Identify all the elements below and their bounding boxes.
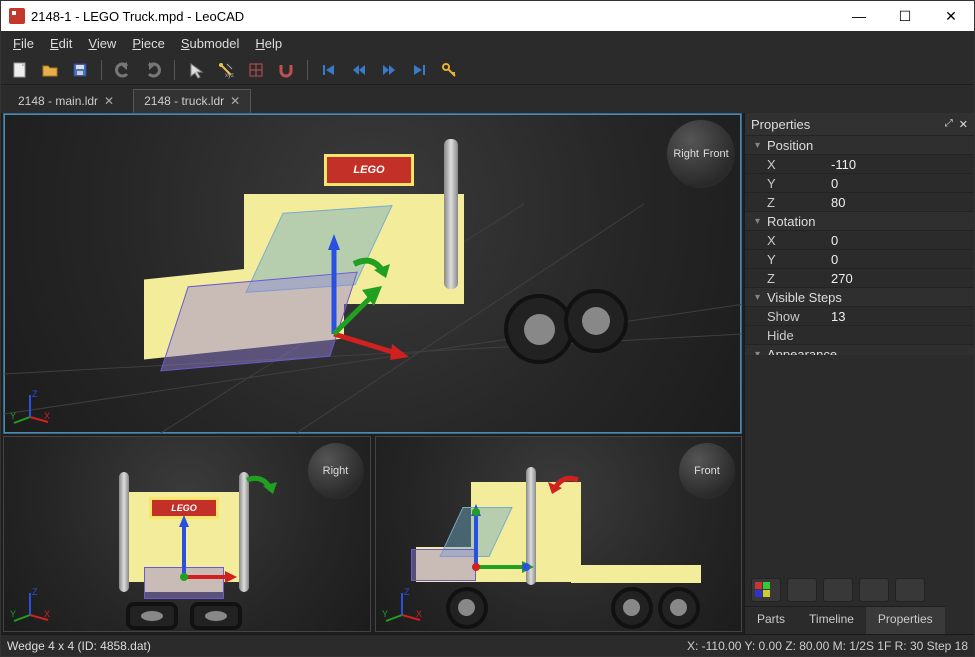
color-slot-4[interactable] (895, 578, 925, 602)
svg-text:Z: Z (32, 587, 38, 597)
snap-grid-button[interactable] (243, 57, 269, 83)
menu-file[interactable]: File (5, 34, 42, 53)
tab-truck-ldr[interactable]: 2148 - truck.ldr ✕ (133, 89, 251, 113)
properties-body: ▾Position X-110 Y0 Z80 ▾Rotation X0 Y0 Z… (745, 135, 974, 355)
truck-wheel (504, 294, 574, 364)
view-cube[interactable]: Right (308, 443, 364, 499)
viewport-column: LEGO Right Front (1, 113, 744, 634)
axis-gizmo-icon: X Y Z (10, 387, 50, 427)
svg-text:Y: Y (10, 609, 16, 619)
tab-label: 2148 - main.ldr (18, 94, 98, 108)
field-rotation-y[interactable]: Y0 (745, 249, 974, 268)
step-forward-button[interactable] (376, 57, 402, 83)
field-hide-step[interactable]: Hide (745, 325, 974, 344)
step-first-button[interactable] (316, 57, 342, 83)
view-cube[interactable]: Front (679, 443, 735, 499)
properties-title: Properties (751, 117, 810, 132)
close-button[interactable]: ✕ (928, 1, 974, 31)
main-content: LEGO Right Front (1, 113, 974, 634)
group-position[interactable]: ▾Position (745, 135, 974, 154)
tab-timeline[interactable]: Timeline (797, 606, 866, 634)
menubar: File Edit View Piece Submodel Help (1, 31, 974, 55)
view-cube[interactable]: Right Front (667, 120, 735, 188)
document-tabbar: 2148 - main.ldr ✕ 2148 - truck.ldr ✕ (1, 85, 974, 113)
window-title: 2148-1 - LEGO Truck.mpd - LeoCAD (31, 9, 244, 24)
field-position-y[interactable]: Y0 (745, 173, 974, 192)
step-back-button[interactable] (346, 57, 372, 83)
viewsphere-label: Front (703, 148, 729, 160)
tab-label: 2148 - truck.ldr (144, 94, 224, 108)
panel-expand-icon[interactable]: ⤢ (945, 118, 953, 131)
tab-properties[interactable]: Properties (866, 606, 945, 634)
maximize-button[interactable]: ☐ (882, 1, 928, 31)
group-rotation[interactable]: ▾Rotation (745, 211, 974, 230)
step-last-button[interactable] (406, 57, 432, 83)
viewport-perspective[interactable]: LEGO Right Front (3, 113, 742, 434)
new-file-button[interactable] (7, 57, 33, 83)
undo-button[interactable] (110, 57, 136, 83)
transform-gizmo-icon[interactable] (149, 507, 239, 597)
field-position-x[interactable]: X-110 (745, 154, 974, 173)
axis-gizmo-icon: X Y Z (382, 585, 422, 625)
save-file-button[interactable] (67, 57, 93, 83)
svg-text:Y: Y (382, 609, 388, 619)
field-rotation-x[interactable]: X0 (745, 230, 974, 249)
svg-text:X: X (44, 609, 50, 619)
svg-text:X: X (44, 411, 50, 421)
field-rotation-z[interactable]: Z270 (745, 268, 974, 287)
status-part-name: Wedge 4 x 4 (ID: 4858.dat) (7, 639, 687, 653)
axis-gizmo-icon: X Y Z (10, 585, 50, 625)
truck-wheel (564, 289, 628, 353)
svg-text:Y: Y (10, 411, 16, 421)
viewport-front[interactable]: Front X Y Z (375, 436, 743, 632)
field-position-z[interactable]: Z80 (745, 192, 974, 211)
lego-logo: LEGO (324, 154, 414, 186)
color-slot-2[interactable] (823, 578, 853, 602)
viewport-right[interactable]: LEGO Right XYZ (3, 436, 371, 632)
menu-submodel[interactable]: Submodel (173, 34, 248, 53)
transform-button[interactable]: xyz (213, 57, 239, 83)
color-slot-1[interactable] (787, 578, 817, 602)
status-coordinates: X: -110.00 Y: 0.00 Z: 80.00 M: 1/2S 1F R… (687, 639, 968, 653)
app-window: 2148-1 - LEGO Truck.mpd - LeoCAD — ☐ ✕ F… (0, 0, 975, 657)
tab-close-icon[interactable]: ✕ (104, 94, 114, 108)
menu-piece[interactable]: Piece (124, 34, 173, 53)
svg-text:X: X (416, 609, 422, 619)
properties-panel: Properties ⤢ ✕ ▾Position X-110 Y0 Z80 ▾R… (744, 113, 974, 634)
tab-parts[interactable]: Parts (745, 606, 797, 634)
key-button[interactable] (436, 57, 462, 83)
group-visible-steps[interactable]: ▾Visible Steps (745, 287, 974, 306)
tab-close-icon[interactable]: ✕ (230, 94, 240, 108)
statusbar: Wedge 4 x 4 (ID: 4858.dat) X: -110.00 Y:… (1, 634, 974, 656)
side-panel-tabs: Parts Timeline Properties (745, 606, 974, 634)
menu-edit[interactable]: Edit (42, 34, 80, 53)
select-tool-button[interactable] (183, 57, 209, 83)
svg-text:Z: Z (404, 587, 410, 597)
color-slot-3[interactable] (859, 578, 889, 602)
viewsphere-label: Right (673, 148, 699, 160)
open-file-button[interactable] (37, 57, 63, 83)
app-icon (9, 8, 25, 24)
properties-header: Properties ⤢ ✕ (745, 113, 974, 135)
panel-close-icon[interactable]: ✕ (959, 118, 968, 131)
field-show-step[interactable]: Show13 (745, 306, 974, 325)
svg-text:xyz: xyz (225, 73, 234, 79)
viewport-bottom-row: LEGO Right XYZ (3, 436, 742, 632)
minimize-button[interactable]: — (836, 1, 882, 31)
color-picker-button[interactable] (751, 578, 781, 602)
menu-help[interactable]: Help (247, 34, 290, 53)
color-tool-row (745, 574, 974, 606)
transform-gizmo-icon[interactable] (304, 224, 424, 364)
redo-button[interactable] (140, 57, 166, 83)
menu-view[interactable]: View (80, 34, 124, 53)
exhaust-pipe (444, 139, 458, 289)
transform-gizmo-icon[interactable] (436, 492, 536, 592)
tab-main-ldr[interactable]: 2148 - main.ldr ✕ (7, 89, 125, 113)
svg-text:Z: Z (32, 389, 38, 399)
toolbar: xyz (1, 55, 974, 85)
group-appearance[interactable]: ▾Appearance (745, 344, 974, 355)
titlebar: 2148-1 - LEGO Truck.mpd - LeoCAD — ☐ ✕ (1, 1, 974, 31)
snap-magnet-button[interactable] (273, 57, 299, 83)
